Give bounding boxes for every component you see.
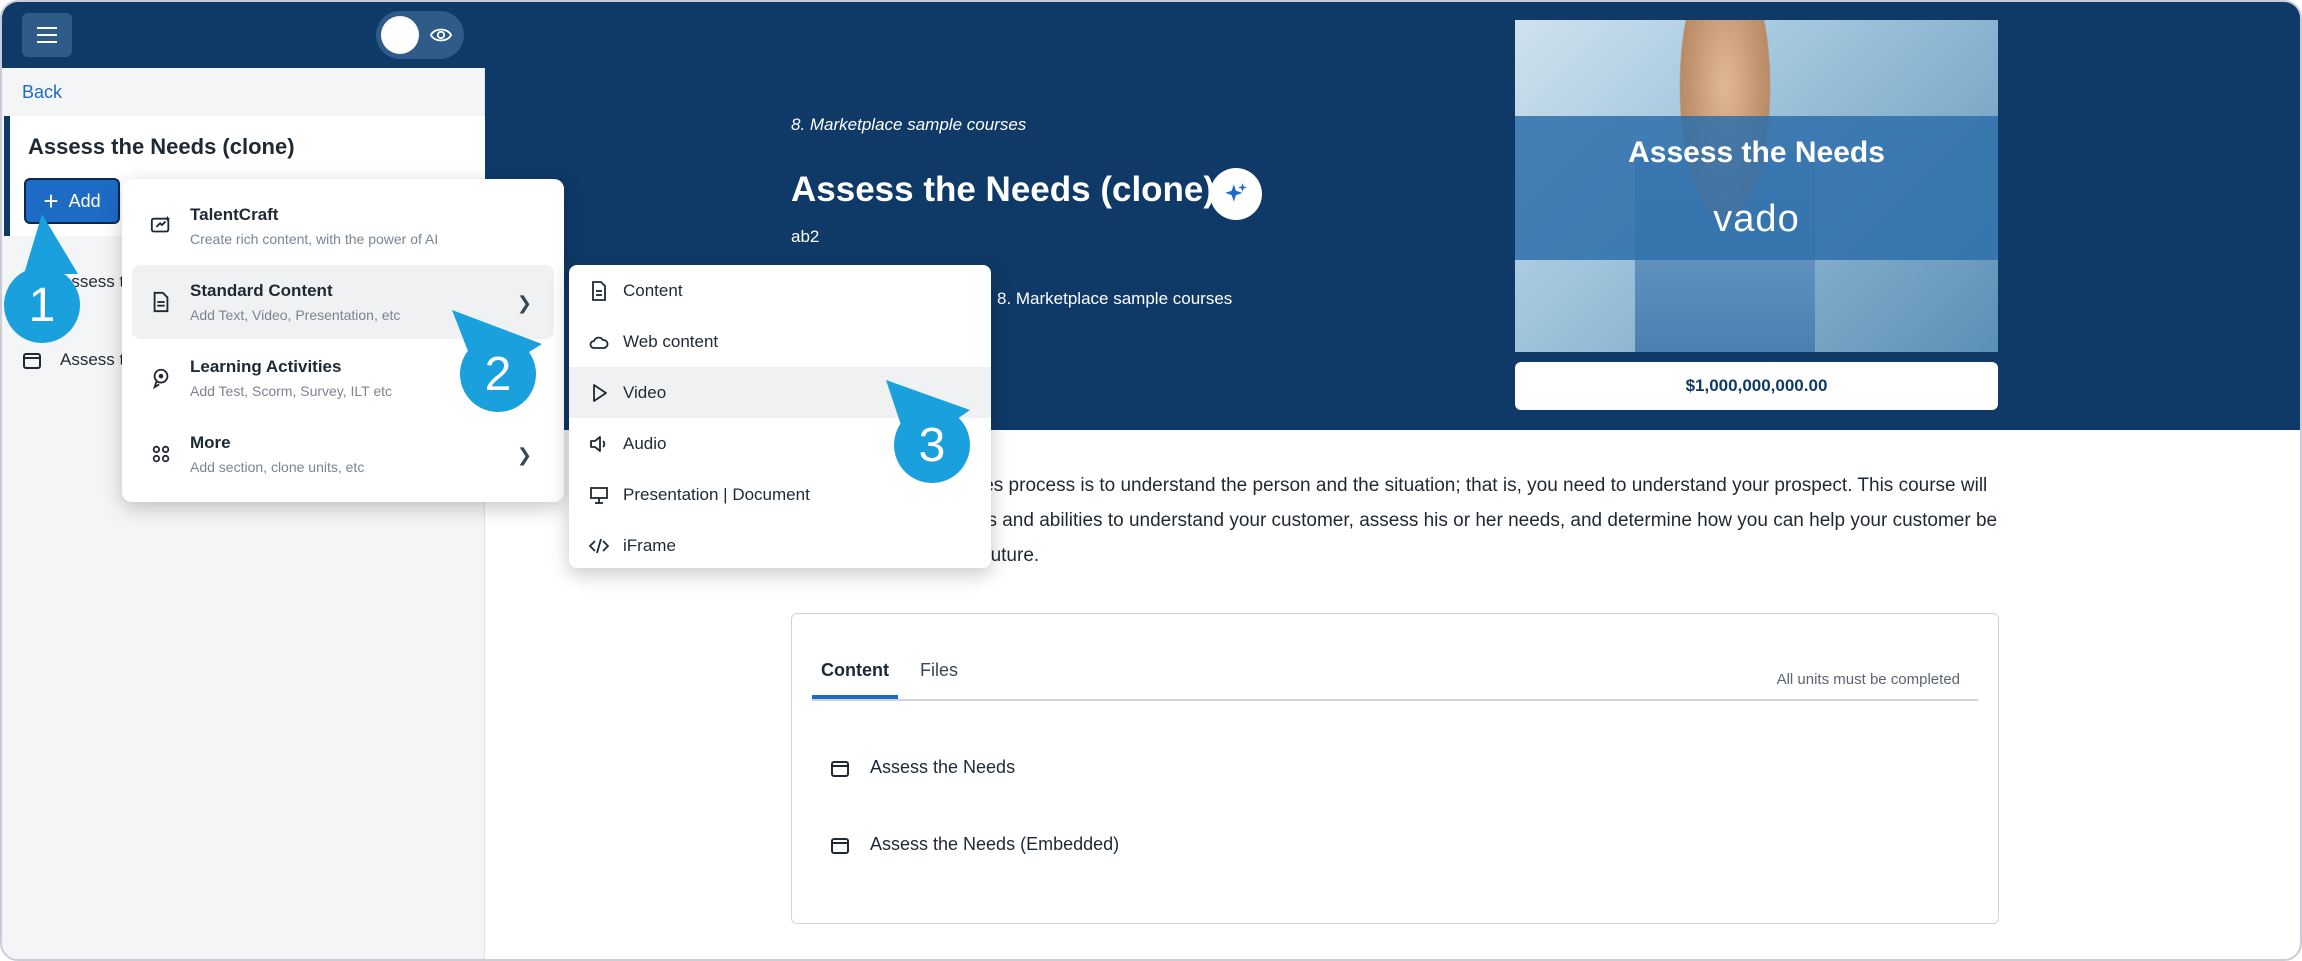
- app-window: Back Assess the Needs (clone) + Add Asse…: [0, 0, 2302, 961]
- step-callout-2: 2: [460, 336, 536, 412]
- step-callout-1: 1: [4, 267, 80, 343]
- step-callout-3: 3: [894, 407, 970, 483]
- callout-tails: [24, 214, 970, 452]
